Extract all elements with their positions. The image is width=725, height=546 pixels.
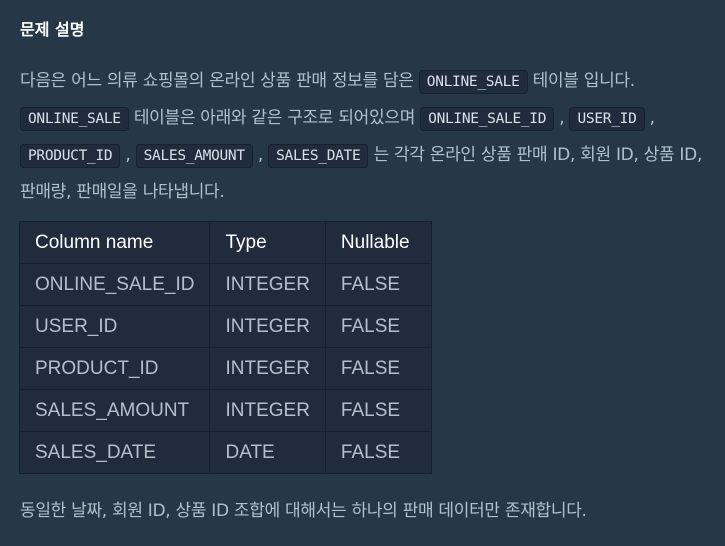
intro-text: 테이블 입니다. <box>527 71 636 91</box>
section-heading: 문제 설명 <box>20 20 85 39</box>
cell-column-name: USER_ID <box>18 305 211 348</box>
cell-nullable: FALSE <box>324 389 432 432</box>
cell-column-name: PRODUCT_ID <box>18 347 211 390</box>
cell-type: INTEGER <box>209 263 326 306</box>
cell-type: INTEGER <box>209 305 326 348</box>
separator: , <box>120 145 136 165</box>
table-row: PRODUCT_ID INTEGER FALSE <box>18 347 432 390</box>
intro-text: 다음은 어느 의류 쇼핑몰의 온라인 상품 판매 정보를 담은 <box>20 71 419 91</box>
code-online-sale: ONLINE_SALE <box>20 107 129 131</box>
cell-type: INTEGER <box>209 389 326 432</box>
cell-column-name: ONLINE_SALE_ID <box>18 263 211 306</box>
cell-nullable: FALSE <box>324 305 432 348</box>
footer-paragraph: 동일한 날짜, 회원 ID, 상품 ID 조합에 대해서는 하나의 판매 데이터… <box>20 501 587 521</box>
cell-nullable: FALSE <box>324 431 432 474</box>
schema-table: Column name Type Nullable ONLINE_SALE_ID… <box>18 221 432 474</box>
cell-nullable: FALSE <box>324 263 432 306</box>
header-type: Type <box>209 221 326 264</box>
cell-nullable: FALSE <box>324 347 432 390</box>
header-column-name: Column name <box>18 221 211 264</box>
code-user-id: USER_ID <box>569 107 645 131</box>
intro-text: 테이블은 아래와 같은 구조로 되어있으며 <box>128 108 421 128</box>
separator: , <box>554 108 570 128</box>
table-header-row: Column name Type Nullable <box>18 221 432 264</box>
cell-column-name: SALES_DATE <box>18 431 211 474</box>
separator: , <box>252 145 269 165</box>
table-row: ONLINE_SALE_ID INTEGER FALSE <box>18 263 432 306</box>
code-product-id: PRODUCT_ID <box>20 144 121 168</box>
header-nullable: Nullable <box>324 221 432 264</box>
cell-column-name: SALES_AMOUNT <box>18 389 211 432</box>
cell-type: DATE <box>209 431 326 474</box>
code-online-sale-id: ONLINE_SALE_ID <box>420 107 555 131</box>
table-row: SALES_AMOUNT INTEGER FALSE <box>18 389 432 432</box>
table-row: SALES_DATE DATE FALSE <box>18 431 432 474</box>
code-sales-date: SALES_DATE <box>268 144 369 168</box>
code-sales-amount: SALES_AMOUNT <box>135 144 253 168</box>
cell-type: INTEGER <box>209 347 326 390</box>
separator: , <box>644 108 655 128</box>
intro-paragraph: 다음은 어느 의류 쇼핑몰의 온라인 상품 판매 정보를 담은 ONLINE_S… <box>20 63 720 210</box>
table-row: USER_ID INTEGER FALSE <box>18 305 432 348</box>
code-online-sale: ONLINE_SALE <box>418 70 528 94</box>
